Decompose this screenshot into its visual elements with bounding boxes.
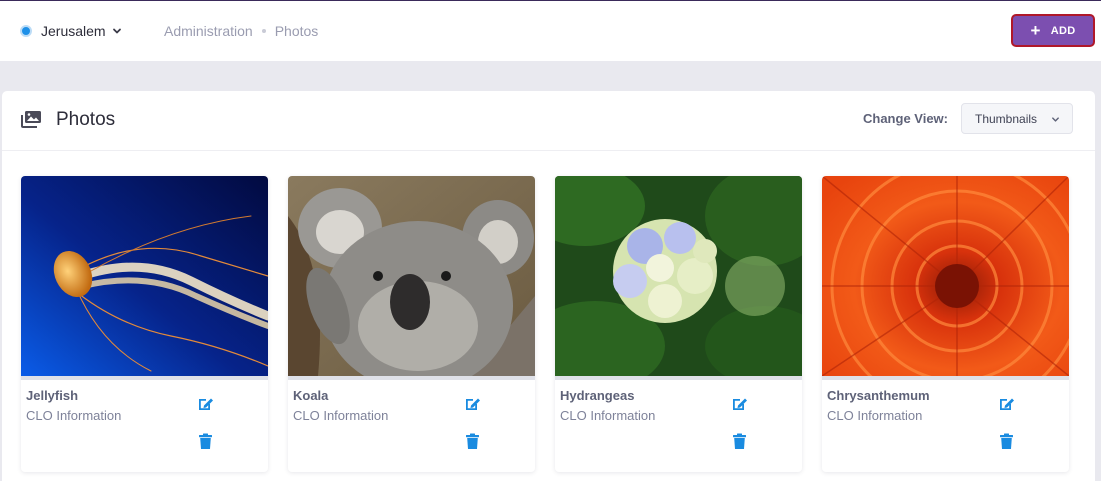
view-select[interactable]: Thumbnails <box>961 103 1073 134</box>
breadcrumb-photos: Photos <box>274 23 319 39</box>
chevron-down-icon <box>1052 117 1059 122</box>
images-icon <box>21 111 41 128</box>
photo-name: Chrysanthemum <box>827 388 930 403</box>
breadcrumb-administration[interactable]: Administration <box>164 23 253 39</box>
view-select-value: Thumbnails <box>975 111 1038 126</box>
add-button-label: ADD <box>1050 24 1076 37</box>
photo-subtitle: CLO Information <box>293 408 389 423</box>
tile-divider <box>288 376 535 380</box>
tile-divider <box>555 376 802 380</box>
trash-icon[interactable] <box>732 433 747 450</box>
page-title: Photos <box>56 109 116 130</box>
hydrangeas-photo[interactable] <box>555 176 802 376</box>
trash-icon[interactable] <box>999 433 1014 450</box>
photo-name: Jellyfish <box>26 388 79 403</box>
photo-subtitle: CLO Information <box>26 408 122 423</box>
location-name: Jerusalem <box>41 23 106 39</box>
chrysanthemum-photo[interactable] <box>822 176 1069 376</box>
photo-tile: Jellyfish CLO Information <box>21 176 268 472</box>
photo-subtitle: CLO Information <box>827 408 923 423</box>
breadcrumb: Administration Photos <box>164 23 318 39</box>
top-header: Jerusalem Administration Photos + ADD <box>0 0 1101 61</box>
trash-icon[interactable] <box>465 433 480 450</box>
edit-icon[interactable] <box>731 396 749 412</box>
location-selector[interactable]: Jerusalem <box>20 21 122 41</box>
photo-name: Koala <box>293 388 329 403</box>
photo-tile: Hydrangeas CLO Information <box>555 176 802 472</box>
breadcrumb-separator <box>261 29 266 33</box>
plus-icon: + <box>1030 21 1041 40</box>
edit-icon[interactable] <box>998 396 1016 412</box>
card-header: Photos Change View: Thumbnails <box>2 91 1095 151</box>
edit-icon[interactable] <box>197 396 215 412</box>
koala-photo[interactable] <box>288 176 535 376</box>
change-view-label: Change View: <box>863 111 949 126</box>
trash-icon[interactable] <box>198 433 213 450</box>
tile-divider <box>822 376 1069 380</box>
photo-subtitle: CLO Information <box>560 408 656 423</box>
photo-tile: Koala CLO Information <box>288 176 535 472</box>
chevron-down-icon <box>112 28 121 34</box>
jellyfish-photo[interactable] <box>21 176 268 376</box>
photo-name: Hydrangeas <box>560 388 635 403</box>
photos-card: Photos Change View: Thumbnails Jellyfish… <box>2 91 1095 481</box>
photo-tile: Chrysanthemum CLO Information <box>822 176 1069 472</box>
tile-divider <box>21 376 268 380</box>
location-dot-icon <box>20 25 32 37</box>
add-button[interactable]: + ADD <box>1011 14 1095 47</box>
edit-icon[interactable] <box>464 396 482 412</box>
